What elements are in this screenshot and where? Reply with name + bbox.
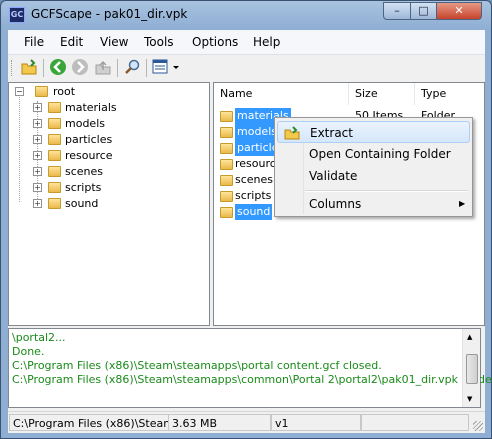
scroll-up-icon[interactable]: ▲ xyxy=(467,333,472,341)
menu-item-open-containing-folder[interactable]: Open Containing Folder xyxy=(277,143,470,165)
tree-label: models xyxy=(65,117,105,130)
tree-label: resource xyxy=(65,149,113,162)
open-folder-icon[interactable] xyxy=(20,58,38,76)
find-icon[interactable] xyxy=(123,58,141,76)
up-icon[interactable] xyxy=(94,58,112,76)
folder-icon xyxy=(220,111,233,122)
status-size: 3.63 MB xyxy=(168,414,271,431)
folder-icon xyxy=(48,182,61,193)
menu-item-columns[interactable]: Columns ▶ xyxy=(277,193,470,215)
close-button[interactable]: ✕ xyxy=(436,2,482,20)
maximize-button[interactable]: □ xyxy=(410,2,437,20)
expand-icon[interactable]: + xyxy=(33,103,42,112)
toolbar-separator xyxy=(43,59,44,77)
menu-item-validate[interactable]: Validate xyxy=(277,165,470,187)
menu-edit[interactable]: Edit xyxy=(60,35,83,49)
log-line: \portal2... xyxy=(12,331,66,344)
folder-icon xyxy=(220,175,233,186)
log-scrollbar[interactable]: ▲ ▼ xyxy=(462,329,480,407)
log-output[interactable]: \portal2... Done. C:\Program Files (x86)… xyxy=(8,328,492,408)
expand-icon[interactable]: + xyxy=(33,135,42,144)
expand-icon[interactable]: + xyxy=(33,151,42,160)
client-area: File Edit View Tools Options Help − root… xyxy=(8,30,492,433)
item-name: scenes xyxy=(235,173,274,186)
tree-label: sound xyxy=(65,197,99,210)
folder-icon xyxy=(48,150,61,161)
expand-icon[interactable]: + xyxy=(33,199,42,208)
app-icon[interactable]: GC xyxy=(9,7,25,23)
status-version: v1 xyxy=(271,414,361,431)
collapse-icon[interactable]: − xyxy=(15,87,24,96)
item-name: models xyxy=(235,124,279,140)
menu-label: Open Containing Folder xyxy=(309,147,451,161)
menu-help[interactable]: Help xyxy=(253,35,280,49)
menu-file[interactable]: File xyxy=(24,35,44,49)
menu-options[interactable]: Options xyxy=(192,35,238,49)
menu-label: Extract xyxy=(310,126,353,140)
folder-icon xyxy=(220,127,233,138)
app-window: GC GCFScape - pak01_dir.vpk – □ ✕ File E… xyxy=(0,0,492,439)
folder-icon xyxy=(220,143,233,154)
scroll-down-icon[interactable]: ▼ xyxy=(467,395,472,403)
item-name: sound xyxy=(235,204,273,220)
folder-icon xyxy=(48,102,61,113)
menu-view[interactable]: View xyxy=(100,35,128,49)
toolbar-separator xyxy=(146,59,147,77)
status-path: C:\Program Files (x86)\Steam\ste xyxy=(9,414,173,431)
menu-bar: File Edit View Tools Options Help xyxy=(8,30,485,55)
folder-icon xyxy=(48,118,61,129)
back-icon[interactable] xyxy=(49,58,67,76)
folder-icon xyxy=(48,166,61,177)
menu-item-extract[interactable]: Extract xyxy=(277,121,470,143)
forward-icon[interactable] xyxy=(71,58,89,76)
scroll-thumb[interactable] xyxy=(466,354,478,384)
menu-tools[interactable]: Tools xyxy=(144,35,174,49)
log-line: Done. xyxy=(12,345,45,358)
menu-label: Validate xyxy=(309,169,358,183)
tree-guide-line xyxy=(19,92,20,202)
expand-icon[interactable]: + xyxy=(33,167,42,176)
tree-label: scripts xyxy=(65,181,102,194)
toolbar-separator xyxy=(117,59,118,77)
view-mode-icon[interactable] xyxy=(152,58,182,76)
folder-icon xyxy=(220,191,233,202)
folder-icon xyxy=(220,207,233,218)
folder-icon xyxy=(48,134,61,145)
context-menu: Extract Open Containing Folder Validate … xyxy=(274,117,473,217)
folder-icon xyxy=(48,198,61,209)
column-header-size[interactable]: Size xyxy=(349,83,415,105)
tree-label: scenes xyxy=(65,165,104,178)
tree-label: particles xyxy=(65,133,113,146)
menu-separator xyxy=(305,190,467,192)
toolbar-grip[interactable] xyxy=(11,60,14,76)
tree-label: root xyxy=(53,85,76,98)
title-bar[interactable]: GC GCFScape - pak01_dir.vpk – □ ✕ xyxy=(1,1,491,29)
menu-label: Columns xyxy=(309,197,362,211)
item-name: scripts xyxy=(235,189,272,202)
log-line: C:\Program Files (x86)\Steam\steamapps\p… xyxy=(12,359,382,372)
column-header-name[interactable]: Name xyxy=(214,83,349,105)
status-bar: C:\Program Files (x86)\Steam\ste 3.63 MB… xyxy=(8,411,485,433)
folder-tree[interactable]: − root + materials + models + particles … xyxy=(8,82,210,326)
column-header-type[interactable]: Type xyxy=(415,83,484,105)
extract-icon xyxy=(284,125,300,140)
submenu-arrow-icon: ▶ xyxy=(459,199,466,208)
tree-label: materials xyxy=(65,101,117,114)
resize-grip[interactable] xyxy=(473,421,483,431)
folder-icon xyxy=(220,159,233,170)
expand-icon[interactable]: + xyxy=(33,183,42,192)
window-title: GCFScape - pak01_dir.vpk xyxy=(31,7,188,21)
log-line: C:\Program Files (x86)\Steam\steamapps\c… xyxy=(12,373,492,386)
toolbar xyxy=(8,55,485,81)
folder-icon xyxy=(35,86,48,97)
expand-icon[interactable]: + xyxy=(33,119,42,128)
minimize-button[interactable]: – xyxy=(383,2,411,20)
status-extra xyxy=(361,414,469,431)
